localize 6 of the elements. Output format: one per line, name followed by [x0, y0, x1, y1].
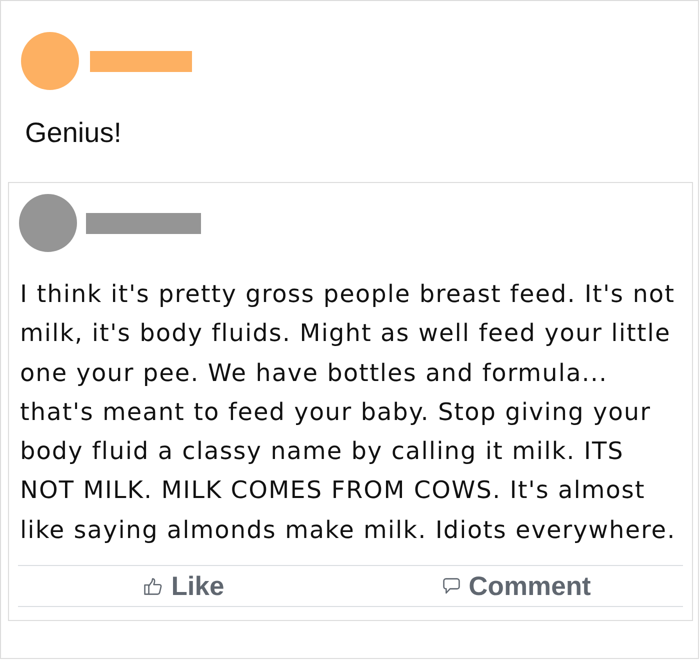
speech-bubble-icon [442, 578, 460, 594]
thumbs-up-icon [144, 578, 162, 595]
like-button[interactable]: Like [140, 566, 228, 606]
post-text: Genius! [25, 116, 122, 150]
comment-button[interactable]: Comment [438, 566, 595, 606]
shared-post-text: I think it's pretty gross people breast feed. It's not milk, it's body fluids. Might as well feed your little one your pee. We have bottles and formula... that's meant to feed your baby. Stop giving your body fluid a classy name by calling it milk. ITS NOT MILK. MILK COMES FROM COWS. It's almost like saying almonds make milk. Idiots everywhere. [20, 279, 677, 546]
